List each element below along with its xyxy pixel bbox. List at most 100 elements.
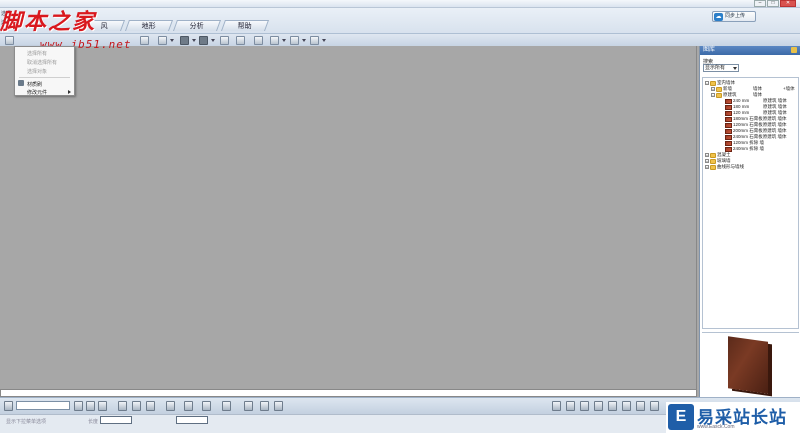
render-icon[interactable] bbox=[202, 401, 211, 411]
value-field[interactable] bbox=[176, 416, 208, 424]
menu-item-select-object[interactable]: 选择对象 bbox=[27, 68, 47, 75]
floor-down-icon[interactable] bbox=[74, 401, 83, 411]
layer-combo[interactable] bbox=[16, 401, 70, 410]
folder-icon bbox=[716, 86, 722, 92]
brick-wall-icon bbox=[725, 146, 732, 152]
beam-tool-icon[interactable] bbox=[254, 36, 263, 45]
tab-analysis[interactable]: 分析 bbox=[172, 20, 222, 31]
command-line[interactable] bbox=[0, 389, 697, 397]
grid-icon[interactable] bbox=[118, 401, 127, 411]
menu-item-select-all[interactable]: 选择所有 bbox=[27, 50, 47, 57]
export-icon[interactable] bbox=[260, 401, 269, 411]
sun-icon[interactable] bbox=[222, 401, 231, 411]
plant-tool-icon[interactable] bbox=[290, 36, 299, 45]
brick-wall-icon bbox=[725, 104, 732, 110]
zoom-extents-icon[interactable] bbox=[594, 401, 603, 411]
folder-icon bbox=[710, 158, 716, 164]
select-arrow-icon[interactable] bbox=[5, 36, 14, 45]
library-tree: − 室内墙体 + 新墙 墙体 +墙体 − 原建筑 墙体 240 mm 原建筑 墙… bbox=[702, 77, 799, 329]
search-label: 搜索 bbox=[703, 59, 714, 65]
submenu-arrow-icon bbox=[68, 90, 71, 94]
site-watermark-logo: 脚本之家 bbox=[0, 9, 97, 35]
panel-header: 图库 bbox=[700, 46, 800, 55]
menu-item-modify-component[interactable]: 修改元件 bbox=[27, 89, 47, 96]
chevron-down-icon[interactable] bbox=[170, 39, 174, 42]
print-icon[interactable] bbox=[244, 401, 253, 411]
object-preview bbox=[702, 332, 799, 396]
expand-toggle-icon[interactable]: − bbox=[711, 93, 715, 97]
pin-icon[interactable] bbox=[791, 47, 797, 53]
easck-logo-icon: E bbox=[668, 404, 694, 430]
length-label: 长度 bbox=[88, 419, 99, 425]
pan-icon[interactable] bbox=[636, 401, 645, 411]
elevation-icon[interactable] bbox=[166, 401, 175, 411]
folder-icon bbox=[710, 164, 716, 170]
chevron-down-icon[interactable] bbox=[302, 39, 306, 42]
expand-toggle-icon[interactable]: + bbox=[705, 153, 709, 157]
corner-watermark: E 易采站长站 www.Easck.Com bbox=[666, 402, 800, 433]
expand-toggle-icon[interactable]: + bbox=[705, 159, 709, 163]
expand-toggle-icon[interactable]: + bbox=[705, 165, 709, 169]
brick-wall-icon bbox=[725, 122, 732, 128]
wall-tool-icon[interactable] bbox=[140, 36, 149, 45]
window-controls: – □ ✕ bbox=[754, 0, 796, 7]
brick-wall-icon bbox=[725, 116, 732, 122]
wall-preview-image bbox=[728, 336, 768, 394]
tab-help[interactable]: 帮助 bbox=[220, 20, 270, 31]
settings-icon[interactable] bbox=[274, 401, 283, 411]
plan-view-icon[interactable] bbox=[98, 401, 107, 411]
camera-icon[interactable] bbox=[132, 401, 141, 411]
status-hint: 显示下拉菜单选项 bbox=[6, 419, 47, 425]
brick-wall-icon bbox=[725, 134, 732, 140]
brick-wall-icon bbox=[725, 98, 732, 104]
walk-icon[interactable] bbox=[650, 401, 659, 411]
chevron-down-icon bbox=[733, 67, 737, 70]
folder-icon bbox=[710, 80, 716, 86]
text-tool-icon[interactable] bbox=[310, 36, 319, 45]
menu-item-deselect-all[interactable]: 取消选择所有 bbox=[27, 59, 57, 66]
maximize-button[interactable]: □ bbox=[767, 0, 779, 7]
menu-item-material-brush[interactable]: 材质刷 bbox=[27, 81, 42, 88]
brick-wall-icon bbox=[725, 110, 732, 116]
tree-node[interactable]: + 曲线形与墙线 bbox=[705, 164, 744, 170]
cloud-upload-button[interactable]: ☁ 同步上传 bbox=[712, 11, 756, 22]
filter-select[interactable]: 显示所有 bbox=[703, 64, 739, 72]
app-window: – □ ✕ 选择 选择动 风 地形 分析 帮助 ☁ 同步上传 脚本之家 www.… bbox=[0, 0, 800, 433]
brick-wall-icon bbox=[725, 128, 732, 134]
chevron-down-icon[interactable] bbox=[282, 39, 286, 42]
chevron-down-icon[interactable] bbox=[322, 39, 326, 42]
layer-icon[interactable] bbox=[4, 401, 13, 411]
close-button[interactable]: ✕ bbox=[780, 0, 796, 7]
cloud-upload-label: 同步上传 bbox=[725, 13, 746, 19]
railing-tool-icon[interactable] bbox=[220, 36, 229, 45]
zoom-window-icon[interactable] bbox=[580, 401, 589, 411]
minimize-button[interactable]: – bbox=[754, 0, 766, 7]
context-menu: 选择所有 取消选择所有 选择对象 材质刷 修改元件 bbox=[14, 46, 75, 96]
window-tool-icon[interactable] bbox=[158, 36, 167, 45]
filter-select-value: 显示所有 bbox=[705, 65, 726, 71]
floor-up-icon[interactable] bbox=[86, 401, 95, 411]
fit-view-icon[interactable] bbox=[608, 401, 617, 411]
folder-icon bbox=[716, 92, 722, 98]
zoom-in-icon[interactable] bbox=[552, 401, 561, 411]
house-view-icon[interactable] bbox=[146, 401, 155, 411]
panel-title: 图库 bbox=[703, 47, 716, 53]
folder-icon bbox=[710, 152, 716, 158]
tab-terrain[interactable]: 地形 bbox=[124, 20, 174, 31]
paint-brush-icon bbox=[18, 80, 24, 86]
section-icon[interactable] bbox=[184, 401, 193, 411]
roof-tool-icon[interactable] bbox=[180, 36, 189, 45]
drawing-viewport[interactable] bbox=[0, 46, 697, 389]
terrain-tool-icon[interactable] bbox=[270, 36, 279, 45]
zoom-out-icon[interactable] bbox=[566, 401, 575, 411]
orbit-icon[interactable] bbox=[622, 401, 631, 411]
expand-toggle-icon[interactable]: + bbox=[711, 87, 715, 91]
chevron-down-icon[interactable] bbox=[211, 39, 215, 42]
chevron-down-icon[interactable] bbox=[192, 39, 196, 42]
column-tool-icon[interactable] bbox=[236, 36, 245, 45]
stair-tool-icon[interactable] bbox=[199, 36, 208, 45]
corner-watermark-url: www.Easck.Com bbox=[697, 424, 735, 430]
expand-toggle-icon[interactable]: − bbox=[705, 81, 709, 85]
menu-separator bbox=[19, 77, 70, 78]
length-field[interactable] bbox=[100, 416, 132, 424]
